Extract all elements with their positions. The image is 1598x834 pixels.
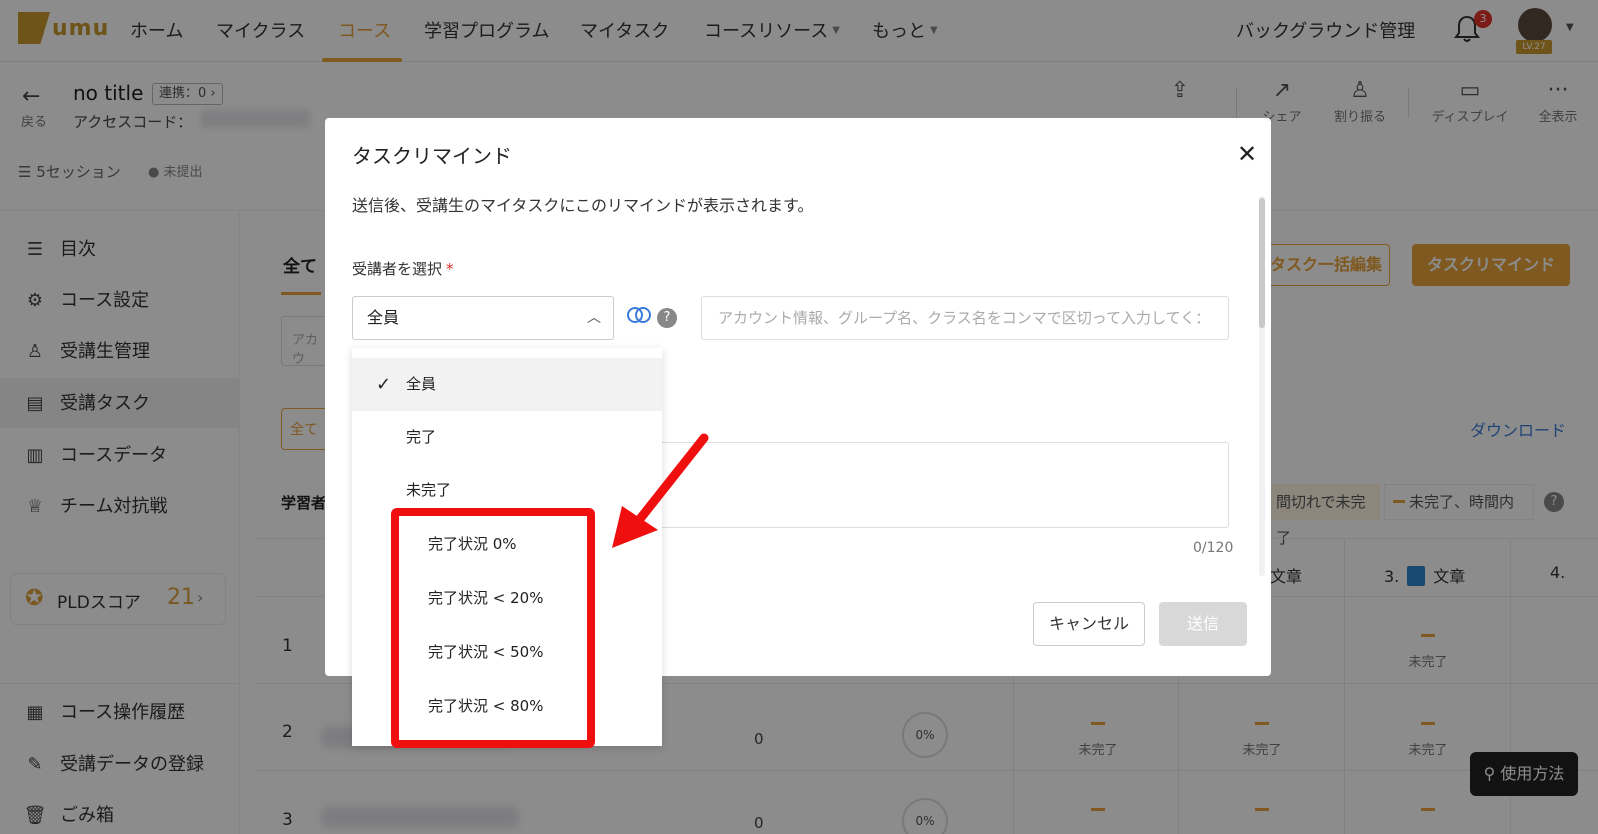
intersect-ring [635,307,651,323]
option-all[interactable]: ✓ 全員 [352,358,662,411]
dialog-scrollbar[interactable] [1259,196,1265,576]
account-filter-input[interactable]: アカウント情報、グループ名、クラス名をコンマで区切って入力してく： [701,296,1229,340]
cancel-button[interactable]: キャンセル [1033,602,1145,646]
learner-select-label: 受講者を選択 * [352,258,454,279]
learner-select-value: 全員 [367,308,400,327]
required-mark: * [446,260,454,278]
submit-button[interactable]: 送信 [1159,602,1247,646]
character-counter: 0/120 [1193,540,1234,556]
scrollbar-thumb[interactable] [1259,198,1265,328]
message-textarea[interactable] [655,442,1229,528]
option-label: 未完了 [406,481,452,499]
dialog-description: 送信後、受講生のマイタスクにこのリマインドが表示されます。 [352,196,814,215]
annotation-arrow-icon [612,433,709,548]
help-icon[interactable]: ? [657,308,677,328]
learner-select-label-text: 受講者を選択 [352,260,443,278]
option-label: 全員 [406,375,437,393]
highlight-box [391,508,595,748]
learner-select[interactable]: 全員 ︿ [352,296,614,340]
option-label: 完了 [406,428,437,446]
close-icon[interactable]: ✕ [1237,142,1257,166]
intersect-icon[interactable] [627,307,653,327]
chevron-up-icon: ︿ [587,310,601,326]
check-icon: ✓ [376,374,392,395]
dialog-title: タスクリマインド [352,144,512,168]
